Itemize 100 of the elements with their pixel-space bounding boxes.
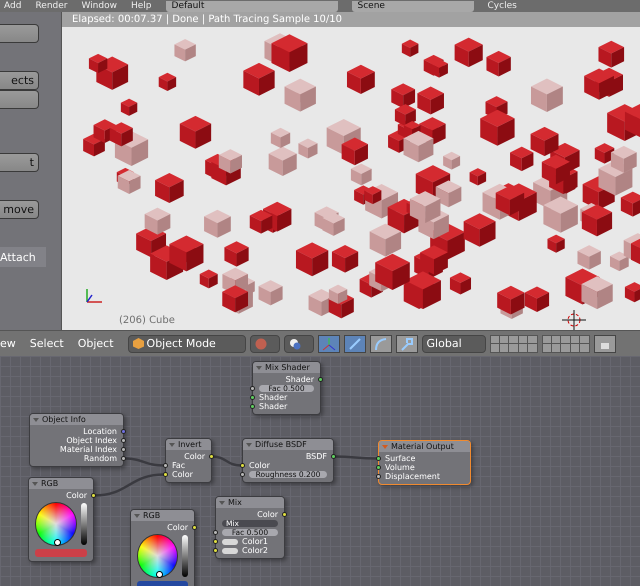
socket-label: BSDF xyxy=(306,452,327,461)
pivot-dropdown[interactable] xyxy=(284,334,314,352)
tool-button[interactable] xyxy=(0,90,39,109)
socket-label: Volume xyxy=(385,463,415,472)
shader-node[interactable]: Object Info Location Object Index Material Index Random xyxy=(29,413,124,467)
socket-label: Displacement xyxy=(385,472,440,481)
input-socket[interactable] xyxy=(213,539,218,544)
output-socket[interactable] xyxy=(121,438,126,443)
orientation-dropdown[interactable]: Global xyxy=(422,334,486,352)
axis-icon xyxy=(86,289,102,303)
manipulator-icon xyxy=(374,336,388,350)
manipulator-icon xyxy=(348,336,362,350)
input-socket[interactable] xyxy=(250,395,255,400)
shader-node[interactable]: RGB Color xyxy=(130,509,195,586)
node-title: RGB xyxy=(41,479,58,488)
socket-label: Color xyxy=(184,452,205,461)
menu-item[interactable]: Add xyxy=(4,1,22,11)
node-link xyxy=(124,457,164,467)
output-socket[interactable] xyxy=(318,377,323,382)
socket-label: Color2 xyxy=(242,546,268,555)
input-socket[interactable] xyxy=(240,463,245,468)
node-link xyxy=(212,455,242,467)
menu-item[interactable]: Help xyxy=(130,1,152,11)
socket-label: Material Index xyxy=(60,445,117,454)
panel-tab[interactable]: Attach xyxy=(0,247,46,267)
input-socket[interactable] xyxy=(213,530,218,535)
manipulator-button[interactable] xyxy=(344,334,366,352)
socket-label: Object Index xyxy=(66,436,117,445)
scene-field[interactable]: Scene xyxy=(352,0,474,12)
node-title: RGB xyxy=(143,511,160,520)
tool-button[interactable]: ects xyxy=(0,71,39,90)
tool-button[interactable]: move xyxy=(0,200,39,219)
manipulator-icon xyxy=(322,336,336,350)
socket-label: Color1 xyxy=(242,537,268,546)
render-engine-dropdown[interactable]: Cycles xyxy=(488,1,517,11)
layout-field[interactable]: Default xyxy=(166,0,338,12)
node-link xyxy=(334,455,377,460)
input-socket[interactable] xyxy=(213,548,218,553)
output-socket[interactable] xyxy=(91,493,96,498)
menu-item[interactable]: ew xyxy=(0,337,16,350)
socket-label: Color xyxy=(66,491,87,500)
render-button[interactable] xyxy=(594,334,616,352)
input-socket[interactable] xyxy=(376,465,381,470)
menu-item[interactable]: Object xyxy=(78,337,114,350)
menu-item[interactable]: Window xyxy=(81,1,117,11)
input-socket[interactable] xyxy=(163,463,168,468)
output-socket[interactable] xyxy=(209,454,214,459)
shader-node[interactable]: RGB Color xyxy=(28,477,94,562)
socket-label: Shader xyxy=(286,375,314,384)
socket-label: Color xyxy=(249,461,270,470)
color-wheel[interactable] xyxy=(35,502,78,546)
output-socket[interactable] xyxy=(121,447,126,452)
color-wheel[interactable] xyxy=(137,534,178,578)
socket-label: Color xyxy=(167,523,188,532)
node-title: Mix xyxy=(228,498,242,507)
socket-label: Shader xyxy=(259,393,288,402)
output-socket[interactable] xyxy=(121,456,126,461)
manipulator-button[interactable] xyxy=(396,334,418,352)
manipulator-icon xyxy=(400,336,414,350)
shader-node[interactable]: Material Output Surface Volume Displacement xyxy=(378,440,471,485)
input-socket[interactable] xyxy=(163,472,168,477)
socket-label: Shader xyxy=(259,402,288,411)
input-socket[interactable] xyxy=(250,404,255,409)
sphere-icon xyxy=(254,338,267,350)
node-title: Invert xyxy=(178,440,202,449)
node-title: Object Info xyxy=(42,415,86,424)
node-title: Diffuse BSDF xyxy=(255,440,307,449)
input-socket[interactable] xyxy=(250,386,255,391)
value-slider[interactable] xyxy=(81,503,87,545)
socket-label: Random xyxy=(84,454,117,463)
layer-grid[interactable] xyxy=(490,334,538,352)
color-swatch[interactable] xyxy=(222,538,238,544)
manipulator-button[interactable] xyxy=(318,334,340,352)
input-socket[interactable] xyxy=(240,472,245,477)
node-title: Material Output xyxy=(391,442,454,451)
mode-dropdown[interactable]: Object Mode xyxy=(128,334,246,352)
socket-label: Location xyxy=(83,427,117,436)
shader-node[interactable]: Invert Color Fac Color xyxy=(165,438,212,483)
color-swatch[interactable] xyxy=(222,548,238,554)
menu-item[interactable]: Render xyxy=(35,1,68,11)
socket-label: Color xyxy=(257,510,278,519)
tool-button[interactable] xyxy=(0,24,39,43)
output-socket[interactable] xyxy=(282,512,287,517)
socket-label: Surface xyxy=(385,454,416,463)
cube-icon xyxy=(132,338,144,349)
input-socket[interactable] xyxy=(376,474,381,479)
output-socket[interactable] xyxy=(331,454,336,459)
tool-button[interactable]: t xyxy=(0,153,39,172)
input-socket[interactable] xyxy=(376,456,381,461)
value-slider[interactable] xyxy=(182,535,188,577)
render-status: Elapsed: 00:07.37 | Done | Path Tracing Sample 10/10 xyxy=(62,12,640,27)
menu-item[interactable]: Select xyxy=(30,337,64,350)
socket-label: Fac xyxy=(172,461,186,470)
socket-label: Color xyxy=(172,470,193,479)
output-socket[interactable] xyxy=(192,525,197,530)
manipulator-button[interactable] xyxy=(370,334,392,352)
pivot-icon xyxy=(288,338,301,350)
3d-cursor-icon xyxy=(562,310,586,330)
color-swatch[interactable] xyxy=(35,549,87,557)
node-title: Mix Shader xyxy=(265,363,310,372)
